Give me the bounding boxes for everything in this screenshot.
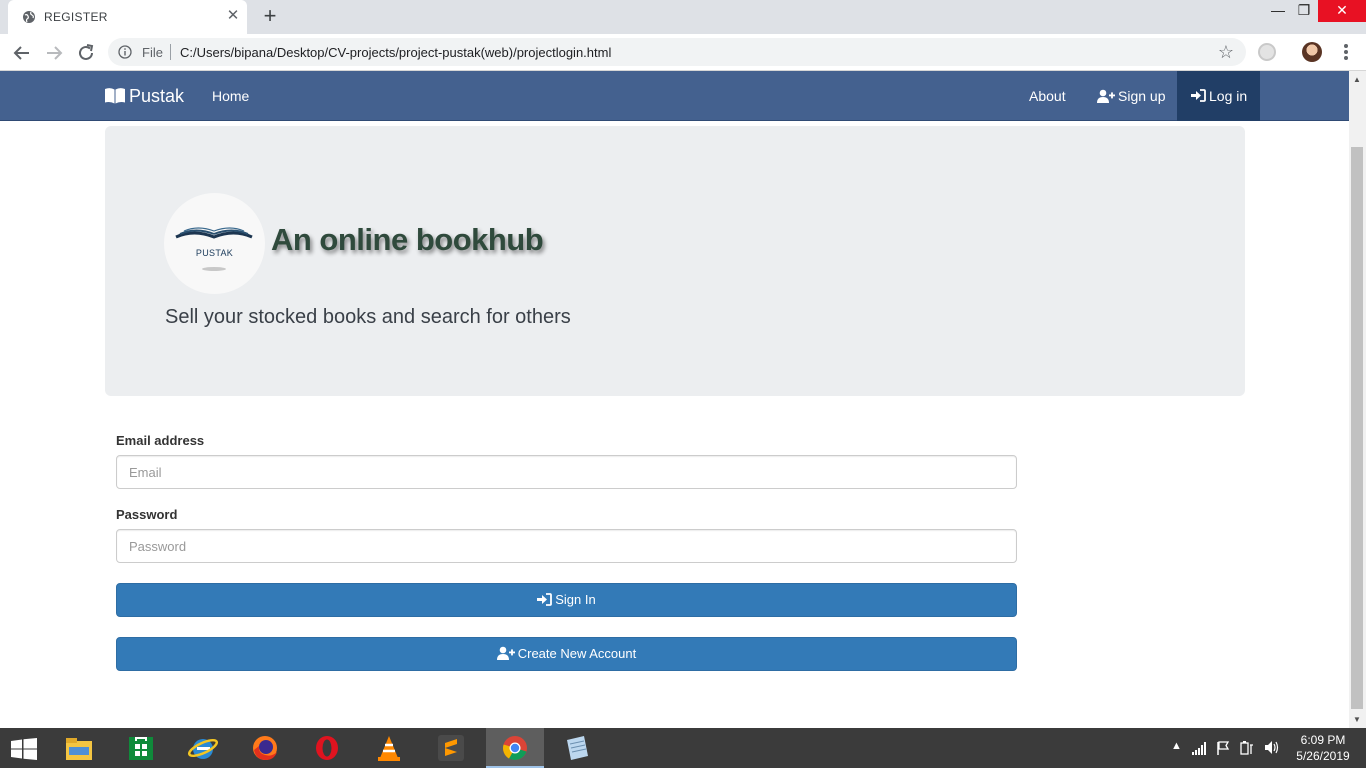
- windows-taskbar: ▲ 6:09 PM 5/26/2019: [0, 728, 1366, 768]
- browser-tab-strip: REGISTER ✕ + — ❐ ✕: [0, 0, 1366, 34]
- action-center-flag-icon[interactable]: [1216, 741, 1230, 755]
- taskbar-firefox[interactable]: [236, 728, 294, 768]
- nav-about-link[interactable]: About: [1015, 71, 1080, 121]
- network-signal-icon[interactable]: [1192, 741, 1208, 755]
- opera-icon: [316, 736, 338, 760]
- scrollbar-thumb[interactable]: [1351, 147, 1363, 709]
- password-input[interactable]: [116, 529, 1017, 563]
- scroll-down-arrow-icon[interactable]: ▼: [1353, 715, 1361, 724]
- nav-home-link[interactable]: Home: [198, 71, 263, 121]
- bookmark-star-icon[interactable]: ☆: [1216, 42, 1236, 62]
- hero-title: An online bookhub: [271, 222, 544, 257]
- profile-avatar[interactable]: [1302, 42, 1322, 62]
- url-scheme-label: File: [142, 45, 163, 60]
- hero-jumbotron: PUSTAK An online bookhub Sell your stock…: [105, 126, 1245, 396]
- volume-icon[interactable]: [1264, 740, 1280, 755]
- firefox-icon: [253, 736, 277, 760]
- nav-login-label: Log in: [1209, 88, 1248, 104]
- browser-tab[interactable]: REGISTER ✕: [8, 0, 247, 34]
- back-arrow-icon[interactable]: [10, 41, 34, 65]
- window-close-button[interactable]: ✕: [1318, 0, 1366, 22]
- email-input[interactable]: [116, 455, 1017, 489]
- site-navbar: Pustak Home About Sign up Log in: [0, 71, 1349, 121]
- nav-signup-label: Sign up: [1118, 88, 1166, 104]
- page-viewport: Pustak Home About Sign up Log in PUSTAK …: [0, 71, 1349, 728]
- windows-start-icon[interactable]: [10, 738, 38, 760]
- nav-signup-link[interactable]: Sign up: [1083, 71, 1179, 121]
- user-plus-icon: [496, 646, 515, 661]
- logo-text: PUSTAK: [195, 248, 234, 258]
- brand-name: Pustak: [129, 86, 185, 106]
- store-icon: [129, 737, 153, 760]
- open-book-icon: [105, 88, 125, 104]
- new-tab-button[interactable]: +: [258, 5, 282, 29]
- taskbar-sublime-text[interactable]: [422, 728, 480, 768]
- logo-book-icon: [175, 227, 253, 271]
- email-label: Email address: [116, 433, 205, 448]
- address-bar[interactable]: File C:/Users/bipana/Desktop/CV-projects…: [108, 38, 1246, 66]
- internet-explorer-icon: [188, 738, 218, 759]
- sign-in-icon: [1191, 89, 1206, 103]
- taskbar-clock[interactable]: 6:09 PM 5/26/2019: [1290, 732, 1356, 764]
- notepad-icon: [567, 736, 588, 760]
- password-label: Password: [116, 507, 178, 522]
- vlc-icon: [378, 736, 400, 761]
- file-explorer-icon: [66, 738, 92, 760]
- taskbar-microsoft-store[interactable]: [112, 728, 170, 768]
- browser-menu-icon[interactable]: [1338, 42, 1354, 62]
- taskbar-vlc[interactable]: [360, 728, 418, 768]
- sign-in-label: Sign In: [555, 592, 596, 607]
- taskbar-internet-explorer[interactable]: [174, 728, 232, 768]
- window-maximize-button[interactable]: ❐: [1292, 0, 1316, 22]
- user-plus-icon: [1097, 89, 1115, 103]
- tab-close-icon[interactable]: ✕: [224, 7, 242, 25]
- taskbar-opera[interactable]: [298, 728, 356, 768]
- battery-plug-icon[interactable]: [1240, 740, 1256, 755]
- taskbar-chrome[interactable]: [486, 728, 544, 768]
- clock-date: 5/26/2019: [1296, 749, 1350, 763]
- create-account-label: Create New Account: [517, 646, 637, 661]
- pustak-logo: PUSTAK: [164, 193, 265, 294]
- nav-login-link[interactable]: Log in: [1177, 71, 1260, 121]
- taskbar-notepad[interactable]: [548, 728, 606, 768]
- tab-title: REGISTER: [44, 10, 108, 24]
- forward-arrow-icon[interactable]: [42, 41, 66, 65]
- tray-expand-icon[interactable]: ▲: [1171, 740, 1182, 752]
- info-icon[interactable]: [118, 45, 132, 59]
- chrome-icon: [503, 736, 527, 761]
- taskbar-file-explorer[interactable]: [50, 728, 108, 768]
- url-text[interactable]: C:/Users/bipana/Desktop/CV-projects/proj…: [180, 45, 611, 60]
- clock-time: 6:09 PM: [1300, 733, 1346, 747]
- hero-subtitle: Sell your stocked books and search for o…: [165, 306, 571, 328]
- sign-in-icon: [537, 592, 553, 606]
- sign-in-button[interactable]: Sign In: [116, 583, 1017, 617]
- reload-icon[interactable]: [74, 41, 98, 65]
- globe-icon: [23, 11, 35, 23]
- window-minimize-button[interactable]: —: [1266, 0, 1290, 22]
- page-scrollbar[interactable]: ▲ ▼: [1349, 71, 1366, 728]
- browser-toolbar: File C:/Users/bipana/Desktop/CV-projects…: [0, 34, 1366, 71]
- extension-icon[interactable]: [1258, 43, 1276, 61]
- url-divider: [170, 44, 171, 60]
- sublime-text-icon: [438, 735, 464, 761]
- create-account-button[interactable]: Create New Account: [116, 637, 1017, 671]
- scroll-up-arrow-icon[interactable]: ▲: [1353, 75, 1361, 84]
